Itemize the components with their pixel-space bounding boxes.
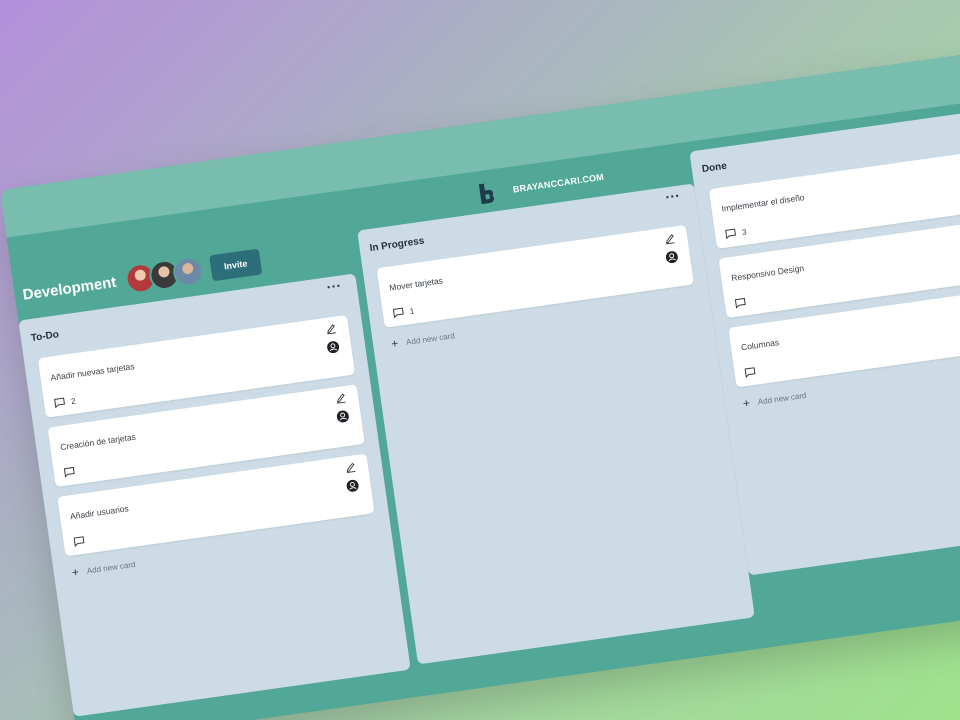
card-comments[interactable]	[744, 366, 762, 379]
member-avatars	[123, 254, 206, 296]
column-in-progress: In Progress Mover tarjetas 1 + Add new c…	[357, 183, 755, 665]
card-title: Creación de tarjetas	[59, 431, 137, 453]
column-title: To-Do	[30, 329, 60, 345]
comment-icon	[725, 228, 736, 240]
column-todo: To-Do Añadir nuevas tarjetas 2 Creación …	[18, 273, 411, 717]
card-comments[interactable]	[73, 535, 91, 548]
comment-count: 2	[70, 396, 77, 406]
card-list: Añadir nuevas tarjetas 2 Creación de tar…	[37, 314, 378, 580]
brand-name: BRAYANCCARI.COM	[512, 171, 605, 195]
pencil-edit-icon[interactable]	[344, 461, 356, 473]
b-letter-logo-icon	[473, 179, 498, 208]
column-more-button[interactable]: ...	[325, 274, 342, 292]
plus-icon: +	[70, 564, 80, 580]
comment-count: 1	[409, 306, 415, 316]
user-avatar-icon[interactable]	[326, 340, 340, 354]
add-card-label: Add new card	[86, 559, 136, 576]
comment-icon	[744, 367, 756, 379]
card-comments[interactable]	[734, 296, 752, 309]
comment-icon	[73, 536, 85, 548]
pencil-edit-icon[interactable]	[335, 392, 347, 404]
card-title: Añadir usuarios	[69, 503, 130, 522]
add-card-label: Add new card	[757, 390, 807, 407]
card-title: Añadir nuevas tarjetas	[49, 361, 136, 383]
comment-icon	[54, 397, 65, 409]
invite-button[interactable]: Invite	[209, 248, 263, 282]
column-more-button[interactable]: ...	[664, 184, 681, 202]
comment-icon	[392, 307, 404, 319]
pencil-edit-icon[interactable]	[664, 233, 676, 245]
comment-icon	[734, 297, 746, 309]
comment-icon	[63, 466, 75, 478]
card-comments[interactable]: 1	[392, 306, 415, 319]
add-card-label: Add new card	[405, 330, 456, 347]
board-title: Development	[21, 273, 118, 304]
user-avatar-icon[interactable]	[346, 479, 360, 493]
pencil-edit-icon[interactable]	[325, 323, 337, 335]
card-title: Mover tarjetas	[388, 275, 444, 293]
user-avatar-icon[interactable]	[665, 250, 679, 264]
card-title: Implementar el diseño	[720, 192, 806, 214]
user-avatar-icon[interactable]	[336, 410, 350, 424]
card-list: Implementar el diseño 3 Responsivo Desig…	[708, 145, 960, 411]
kanban-app-window: BRAYANCCARI.COM Development Invite To-Do…	[0, 36, 960, 720]
card-comments[interactable]	[63, 466, 81, 478]
card-comments[interactable]: 3	[725, 227, 748, 240]
card-title: Columnas	[740, 337, 780, 353]
plus-icon: +	[390, 336, 400, 351]
column-title: In Progress	[368, 235, 426, 255]
comment-count: 3	[741, 227, 748, 237]
plus-icon: +	[741, 395, 751, 411]
card-title: Responsivo Design	[730, 262, 805, 284]
card-comments[interactable]: 2	[54, 396, 77, 409]
column-title: Done	[701, 160, 728, 176]
